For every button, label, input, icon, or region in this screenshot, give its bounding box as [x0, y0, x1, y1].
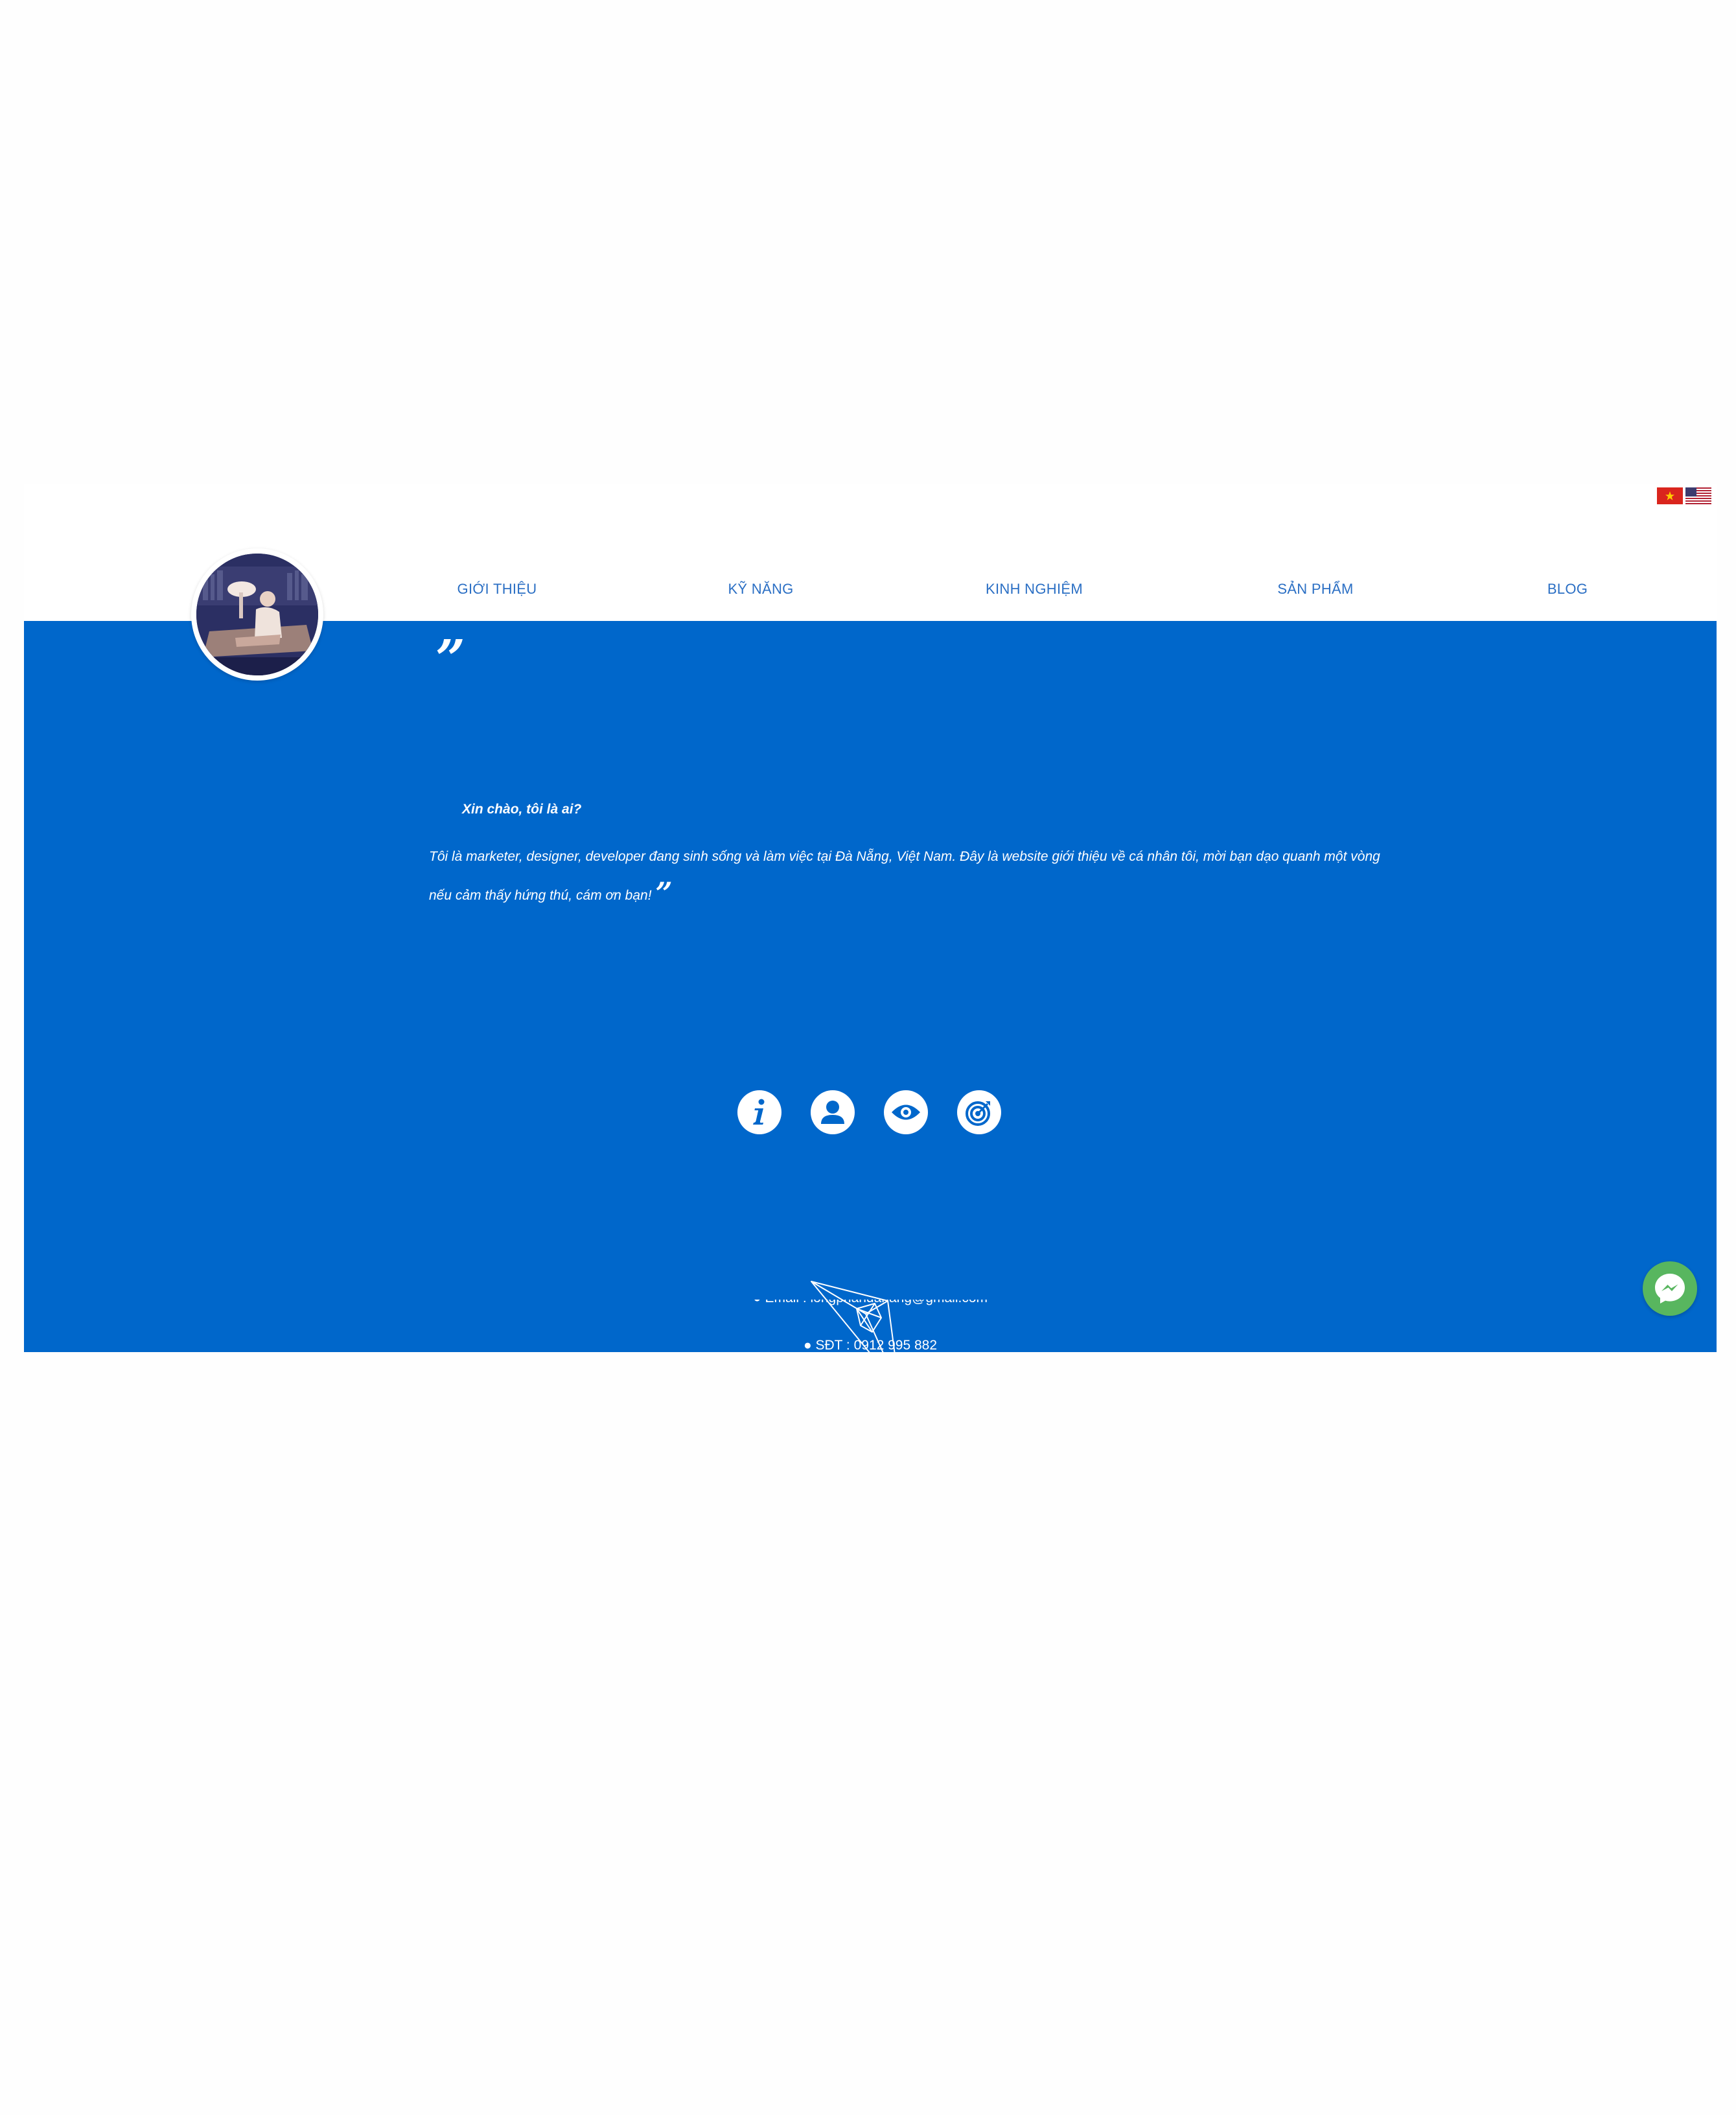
- intro-body: Tôi là marketer, designer, developer đan…: [429, 849, 1380, 903]
- contact-email: ● Email : longphandanang@gmail.com: [24, 1300, 1717, 1319]
- english-flag-icon[interactable]: [1685, 487, 1711, 504]
- nav-item-blog[interactable]: BLOG: [1547, 581, 1588, 598]
- vietnamese-flag-icon[interactable]: [1657, 487, 1683, 504]
- language-switcher: [1657, 487, 1711, 504]
- user-icon[interactable]: [811, 1090, 855, 1134]
- close-quote-mark: ”: [655, 876, 673, 911]
- feature-icons: [737, 1090, 1001, 1134]
- messenger-button[interactable]: [1643, 1261, 1697, 1316]
- nav-item-san-pham[interactable]: SẢN PHẨM: [1277, 581, 1353, 598]
- messenger-icon: [1655, 1274, 1685, 1303]
- nav-item-gioi-thieu[interactable]: GIỚI THIỆU: [457, 581, 537, 598]
- contact-phone: ● SĐT : 0912 995 882: [24, 1338, 1717, 1352]
- page-frame: GIỚI THIỆU KỸ NĂNG KINH NGHIỆM SẢN PHẨM …: [24, 484, 1717, 1352]
- contact-email-text: ● Email : longphandanang@gmail.com: [753, 1300, 988, 1305]
- nav-item-kinh-nghiem[interactable]: KINH NGHIỆM: [986, 581, 1083, 598]
- contact-phone-text: ● SĐT : 0912 995 882: [803, 1338, 938, 1352]
- eye-icon[interactable]: [884, 1090, 928, 1134]
- avatar: [191, 548, 323, 681]
- open-quote-mark: ”: [435, 628, 466, 689]
- nav-item-ky-nang[interactable]: KỸ NĂNG: [728, 581, 793, 598]
- target-icon[interactable]: [957, 1090, 1001, 1134]
- avatar-photo: [196, 554, 318, 675]
- intro-text: Tôi là marketer, designer, developer đan…: [429, 839, 1401, 914]
- hero-section: ” Xin chào, tôi là ai? Tôi là marketer, …: [24, 621, 1717, 1352]
- intro-title: Xin chào, tôi là ai?: [462, 802, 582, 817]
- info-icon[interactable]: [737, 1090, 781, 1134]
